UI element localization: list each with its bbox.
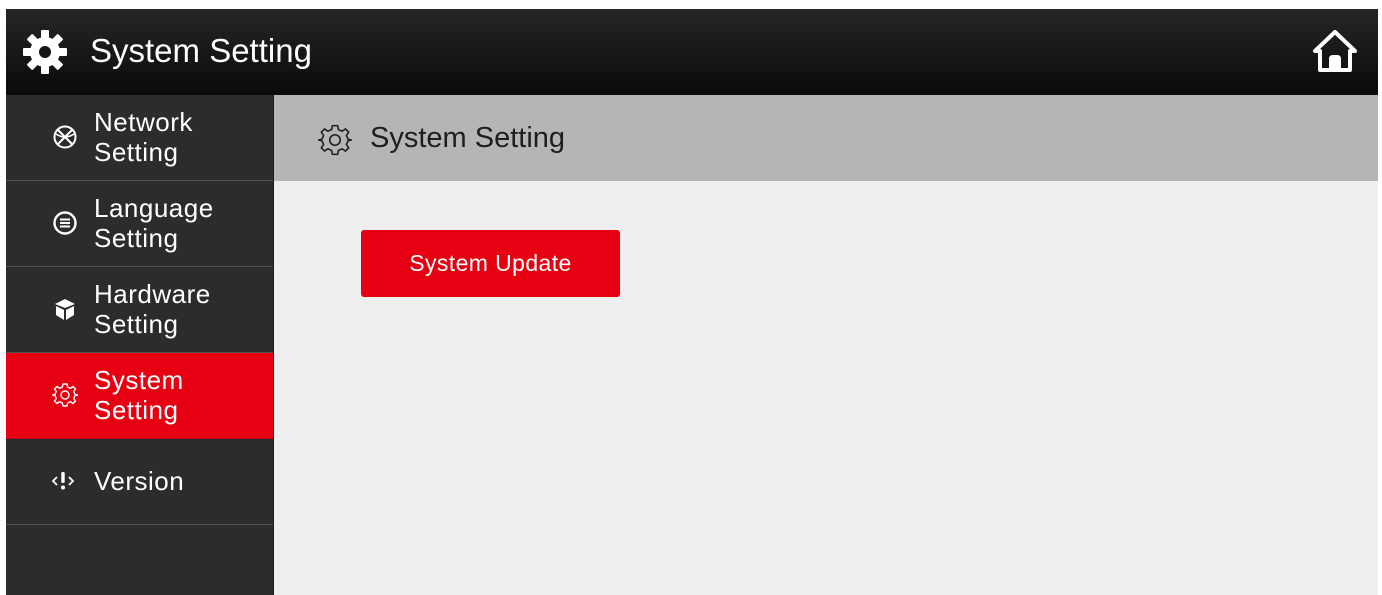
- main-content: System Update: [274, 181, 1378, 595]
- app-window: System Setting Network Setting Language …: [6, 9, 1378, 595]
- language-icon: [53, 211, 77, 235]
- sidebar-item-label: Version: [94, 466, 185, 496]
- sidebar-item-label: Network Setting: [94, 107, 193, 167]
- sidebar-item-label: Hardware Setting: [94, 279, 211, 339]
- sidebar-item-network-setting[interactable]: Network Setting: [6, 95, 273, 181]
- app-title: System Setting: [90, 32, 312, 69]
- sidebar: Network Setting Language Setting Hardwar…: [6, 95, 273, 595]
- sidebar-item-language-setting[interactable]: Language Setting: [6, 181, 273, 267]
- title-bar: System Setting: [6, 9, 1378, 95]
- cube-icon: [55, 299, 75, 320]
- sidebar-item-hardware-setting[interactable]: Hardware Setting: [6, 267, 273, 353]
- content-header: System Setting: [274, 95, 1378, 181]
- sidebar-item-label: Language Setting: [94, 193, 214, 253]
- globe-icon: [53, 125, 77, 149]
- gear-outline-icon: [318, 124, 352, 156]
- home-icon[interactable]: [1312, 29, 1358, 73]
- page-title: System Setting: [370, 122, 566, 154]
- gear-outline-icon: [52, 383, 78, 407]
- sidebar-item-label: System Setting: [94, 365, 184, 425]
- system-update-button[interactable]: System Update: [361, 230, 620, 297]
- sidebar-item-version[interactable]: Version: [6, 439, 273, 525]
- gear-icon: [23, 30, 67, 74]
- info-code-icon: [51, 472, 75, 490]
- sidebar-item-system-setting[interactable]: System Setting: [6, 353, 273, 439]
